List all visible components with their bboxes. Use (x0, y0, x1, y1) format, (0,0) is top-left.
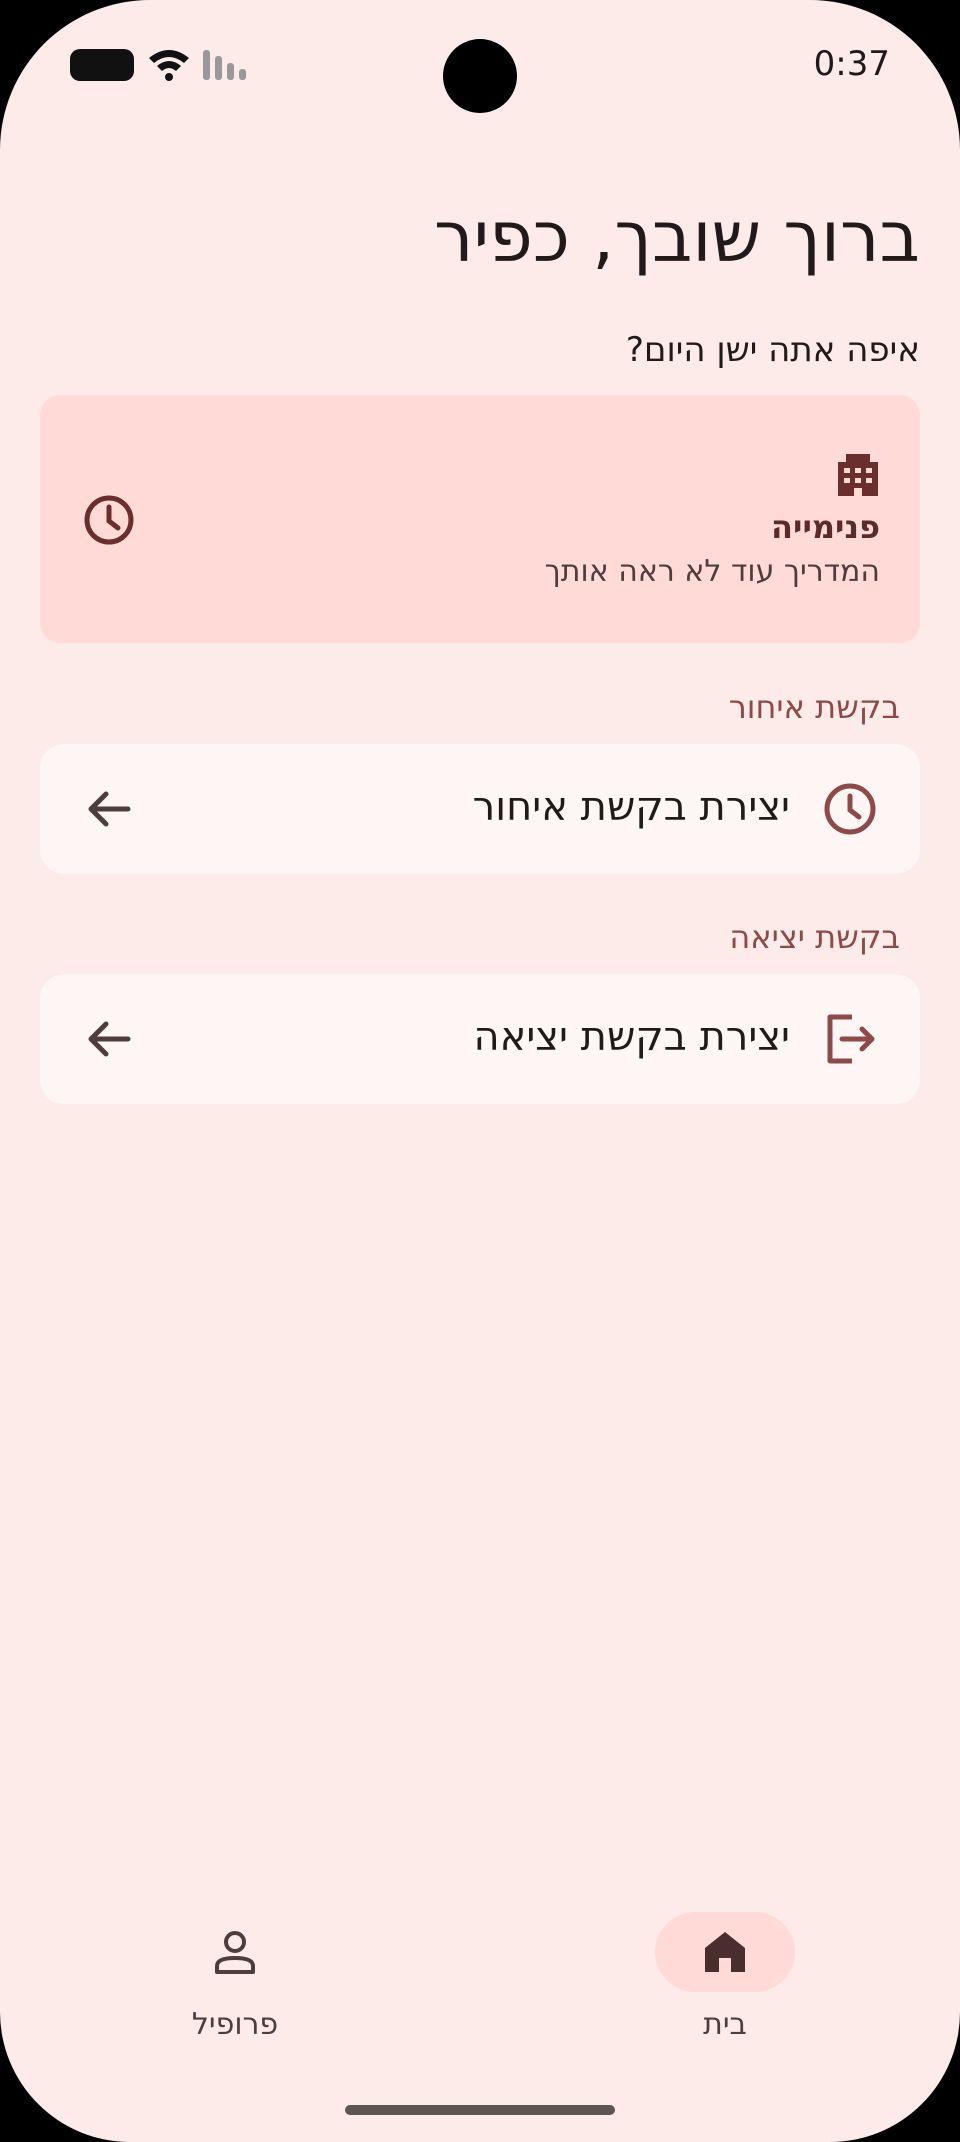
sleep-location-question: איפה אתה ישן היום? (625, 330, 920, 370)
create-exit-request-label: יצירת בקשת יציאה (473, 1014, 790, 1060)
wifi-icon (149, 50, 189, 81)
location-subtitle: המדריך עוד לא ראה אותך (544, 554, 880, 589)
create-delay-request-label: יצירת בקשת איחור (472, 784, 790, 830)
location-status-card[interactable]: פנימייה המדריך עוד לא ראה אותך (40, 395, 920, 643)
clock-icon (824, 783, 876, 835)
nav-home[interactable]: בית (625, 1910, 825, 2050)
nav-profile-label: פרופיל (191, 2007, 279, 2042)
clock-icon (84, 495, 134, 545)
building-icon (838, 454, 878, 496)
arrow-left-icon (88, 1021, 131, 1057)
create-exit-request-button[interactable]: יצירת בקשת יציאה (40, 974, 920, 1104)
battery-icon (70, 49, 134, 81)
camera-cutout (443, 39, 517, 113)
create-delay-request-button[interactable]: יצירת בקשת איחור (40, 744, 920, 874)
location-title: פנימייה (771, 508, 880, 546)
nav-profile[interactable]: פרופיל (135, 1910, 335, 2050)
logout-icon (827, 1014, 875, 1064)
status-time: 0:37 (813, 44, 890, 84)
page-title: ברוך שובך, כפיר (433, 196, 920, 278)
exit-section-label: בקשת יציאה (729, 918, 900, 956)
home-icon (705, 1932, 745, 1972)
arrow-left-icon (88, 791, 131, 827)
app-screen: 0:37 ברוך שובך, כפיר איפה אתה ישן היום? … (0, 0, 960, 2142)
delay-section-label: בקשת איחור (728, 688, 900, 726)
gesture-bar[interactable] (345, 2105, 615, 2115)
person-icon (215, 1931, 255, 1974)
signal-icon (203, 50, 246, 80)
nav-home-label: בית (703, 2007, 747, 2042)
